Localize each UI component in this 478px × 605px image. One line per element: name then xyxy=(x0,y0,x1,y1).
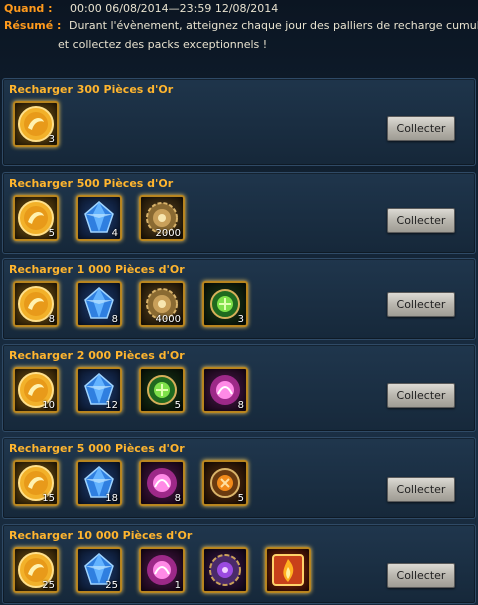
when-value: 00:00 06/08/2014—23:59 12/08/2014 xyxy=(70,2,279,15)
when-row: Quand : 00:00 06/08/2014—23:59 12/08/201… xyxy=(4,2,278,15)
reward-tier-panel: Recharger 300 Pièces d'Or 3 Collecter xyxy=(2,78,476,166)
item-quantity: 5 xyxy=(48,228,55,239)
item-quantity: 3 xyxy=(237,314,244,325)
event-header: Quand : 00:00 06/08/2014—23:59 12/08/201… xyxy=(0,0,478,70)
collect-button[interactable]: Collecter xyxy=(387,292,455,317)
tier-title: Recharger 2 000 Pièces d'Or xyxy=(9,349,185,362)
reward-tier-panel: Recharger 10 000 Pièces d'Or 25 25 1 Collect… xyxy=(2,524,476,604)
reward-item[interactable]: 25 xyxy=(76,547,122,593)
item-quantity: 3 xyxy=(48,134,55,145)
reward-item[interactable]: 8 xyxy=(13,281,59,327)
collect-button[interactable]: Collecter xyxy=(387,477,455,502)
tier-title: Recharger 5 000 Pièces d'Or xyxy=(9,442,185,455)
reward-item[interactable]: 5 xyxy=(139,367,185,413)
item-quantity: 10 xyxy=(42,400,55,411)
reward-item[interactable]: 15 xyxy=(13,460,59,506)
item-quantity: 18 xyxy=(105,493,118,504)
reward-item[interactable]: 1 xyxy=(139,547,185,593)
reward-item[interactable]: 4000 xyxy=(139,281,185,327)
item-quantity: 4 xyxy=(111,228,118,239)
reward-item[interactable]: 8 xyxy=(76,281,122,327)
item-quantity: 8 xyxy=(48,314,55,325)
item-quantity: 25 xyxy=(105,580,118,591)
reward-item[interactable]: 10 xyxy=(13,367,59,413)
reward-item[interactable]: 8 xyxy=(139,460,185,506)
reward-item[interactable]: 5 xyxy=(202,460,248,506)
item-quantity: 25 xyxy=(42,580,55,591)
reward-item[interactable]: 2000 xyxy=(139,195,185,241)
item-quantity: 5 xyxy=(237,493,244,504)
item-quantity: 15 xyxy=(42,493,55,504)
summary-row-2: et collectez des packs exceptionnels ! xyxy=(58,38,267,51)
reward-item[interactable]: 18 xyxy=(76,460,122,506)
collect-button[interactable]: Collecter xyxy=(387,208,455,233)
tier-title: Recharger 10 000 Pièces d'Or xyxy=(9,529,193,542)
tier-title: Recharger 500 Pièces d'Or xyxy=(9,177,174,190)
item-quantity: 1 xyxy=(174,580,181,591)
reward-item[interactable]: 4 xyxy=(76,195,122,241)
item-quantity: 5 xyxy=(174,400,181,411)
reward-tier-panel: Recharger 1 000 Pièces d'Or 8 8 4000 3 Collec… xyxy=(2,258,476,340)
reward-item[interactable]: 3 xyxy=(13,101,59,147)
reward-item[interactable]: 3 xyxy=(202,281,248,327)
reward-item[interactable]: 25 xyxy=(13,547,59,593)
summary-line2: et collectez des packs exceptionnels ! xyxy=(58,38,268,51)
item-quantity: 4000 xyxy=(155,314,181,325)
reward-item[interactable] xyxy=(202,547,248,593)
collect-button[interactable]: Collecter xyxy=(387,383,455,408)
tier-title: Recharger 1 000 Pièces d'Or xyxy=(9,263,185,276)
tier-title: Recharger 300 Pièces d'Or xyxy=(9,83,174,96)
reward-item[interactable]: 12 xyxy=(76,367,122,413)
reward-item[interactable]: 8 xyxy=(202,367,248,413)
summary-row: Résumé : Durant l'évènement, atteignez c… xyxy=(4,19,478,32)
summary-line1: Durant l'évènement, atteignez chaque jou… xyxy=(68,19,478,32)
reward-tier-panel: Recharger 5 000 Pièces d'Or 15 18 8 5 Collect… xyxy=(2,437,476,519)
item-quantity: 2000 xyxy=(155,228,181,239)
item-quantity: 8 xyxy=(237,400,244,411)
reward-item[interactable]: 5 xyxy=(13,195,59,241)
collect-button[interactable]: Collecter xyxy=(387,563,455,588)
when-label: Quand : xyxy=(4,2,53,15)
collect-button[interactable]: Collecter xyxy=(387,116,455,141)
item-quantity: 8 xyxy=(174,493,181,504)
item-quantity: 8 xyxy=(111,314,118,325)
summary-label: Résumé : xyxy=(4,19,62,32)
reward-tier-panel: Recharger 500 Pièces d'Or 5 4 2000 Collecter xyxy=(2,172,476,254)
reward-tier-panel: Recharger 2 000 Pièces d'Or 10 12 5 8 Collect… xyxy=(2,344,476,432)
reward-item[interactable] xyxy=(265,547,311,593)
item-quantity: 12 xyxy=(105,400,118,411)
